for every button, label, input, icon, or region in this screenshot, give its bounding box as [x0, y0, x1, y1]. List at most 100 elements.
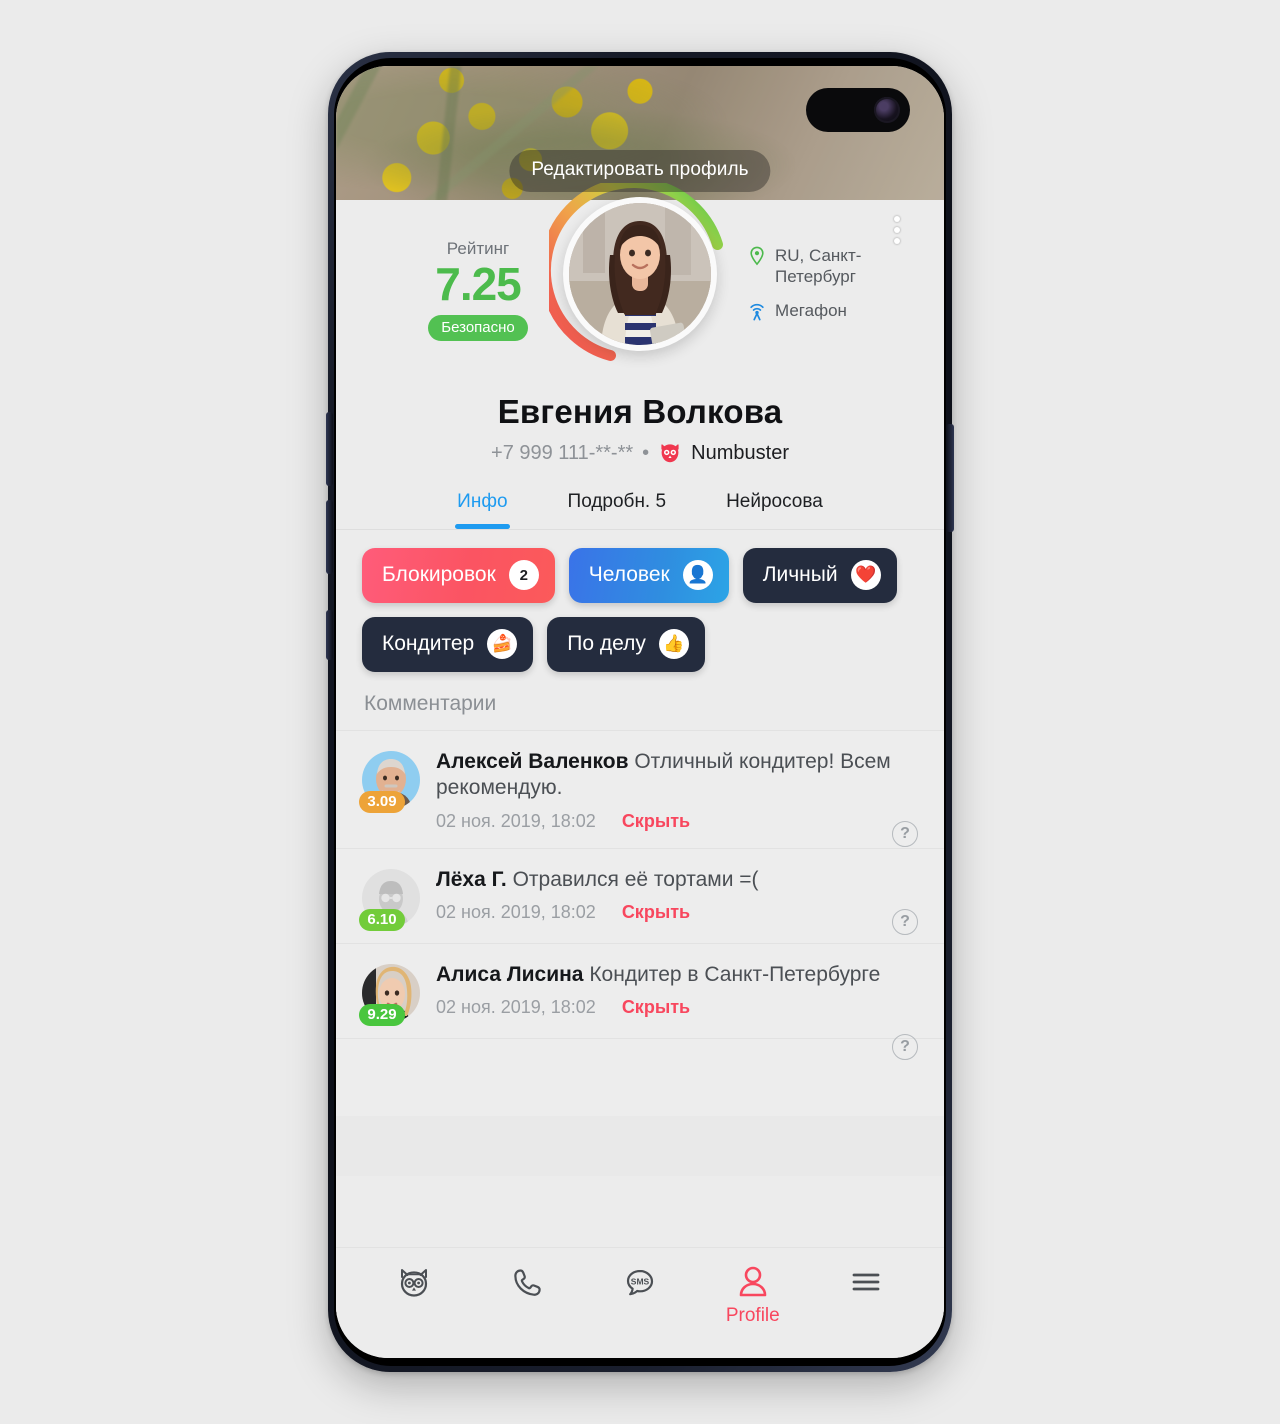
comment-avatar: 6.10 [359, 868, 420, 931]
chip-label: Личный [762, 563, 838, 586]
chip-count-badge: 2 [508, 560, 539, 590]
hide-comment-button[interactable]: Скрыть [622, 902, 690, 923]
phone-icon [514, 1269, 541, 1296]
comment-body: Лёха Г. Отравился её тортами =( 02 ноя. … [436, 867, 918, 927]
comment-score-badge: 6.10 [359, 908, 405, 931]
profile-name-block: Евгения Волкова +7 999 111-**-** • Numbu… [336, 387, 944, 465]
comment-body: Алиса Лисина Кондитер в Санкт-Петербурге… [436, 962, 918, 1022]
chip-business[interactable]: По делу 👍 [547, 617, 705, 672]
rating-label: Рейтинг [446, 239, 510, 258]
nav-item-feed[interactable] [372, 1262, 456, 1302]
help-icon[interactable]: ? [892, 908, 918, 935]
bottom-navigation-bar: SMS Profile [336, 1248, 944, 1358]
comment-author: Алиса Лисина [436, 962, 584, 986]
comment-avatar: 3.09 [359, 751, 420, 813]
profile-hero: Рейтинг 7.25 Безопасно RU, Санкт-Петербу… [336, 183, 944, 387]
comments-list: 3.09 Алексей Валенков Отличный кондитер!… [336, 730, 944, 1176]
tab-info[interactable]: Инфо [427, 491, 537, 529]
help-icon[interactable]: ? [892, 1033, 918, 1060]
svg-text:SMS: SMS [631, 1277, 650, 1287]
chip-blocks[interactable]: Блокировок 2 [362, 548, 555, 603]
person-icon: 👤 [682, 560, 713, 590]
profile-sheet: Рейтинг 7.25 Безопасно RU, Санкт-Петербу… [336, 183, 944, 1176]
numbuster-owl-icon [661, 444, 679, 463]
comment-message: Отравился её тортами =( [512, 867, 759, 891]
hamburger-menu-icon [852, 1273, 879, 1291]
rating-value: 7.25 [435, 258, 522, 310]
comment-row[interactable]: 6.10 Лёха Г. Отравился её тортами =( 02 … [336, 847, 944, 943]
avatar[interactable] [549, 183, 731, 365]
comment-meta: 02 ноя. 2019, 18:02 Скрыть [436, 811, 910, 832]
sms-bubble-icon: SMS [626, 1269, 654, 1296]
comments-section-title: Комментарии [336, 678, 944, 730]
rating-block: Рейтинг 7.25 Безопасно [398, 239, 558, 342]
edit-profile-button[interactable]: Редактировать профиль [509, 150, 771, 192]
comment-row[interactable]: 3.09 Алексей Валенков Отличный кондитер!… [336, 730, 944, 848]
comment-date: 02 ноя. 2019, 18:02 [436, 997, 596, 1018]
screenshot-stage: Редактировать профиль Рейтинг 7.25 Безоп… [0, 0, 1280, 1424]
nav-item-sms[interactable]: SMS [598, 1262, 682, 1302]
comment-row[interactable]: 9.29 Алиса Лисина Кондитер в Санкт-Петер… [336, 942, 944, 1060]
heart-icon: ❤️ [850, 560, 881, 590]
avatar-photo [569, 203, 711, 345]
comment-meta: 02 ноя. 2019, 18:02 Скрыть [436, 997, 910, 1018]
profile-phone-row: +7 999 111-**-** • Numbuster [336, 441, 944, 465]
comment-author: Алексей Валенков [436, 750, 629, 773]
kebab-dot [894, 238, 900, 244]
comment-avatar: 9.29 [359, 963, 420, 1026]
profile-meta: RU, Санкт-Петербург Мегафон [748, 245, 916, 333]
assistant-button[interactable] [326, 610, 333, 660]
comment-text: Лёха Г. Отравился её тортами =( [436, 867, 910, 893]
operator-text: Мегафон [775, 300, 847, 320]
person-icon [739, 1266, 767, 1297]
tag-chip-list: Блокировок 2 Человек 👤 Личный ❤️ Кондите… [336, 530, 944, 678]
owl-icon [401, 1269, 428, 1297]
chip-personal[interactable]: Личный ❤️ [742, 548, 897, 603]
chip-label: По делу [567, 632, 646, 655]
hide-comment-button[interactable]: Скрыть [622, 811, 690, 832]
location-row: RU, Санкт-Петербург [748, 245, 916, 288]
comment-body: Алексей Валенков Отличный кондитер! Всем… [436, 749, 918, 832]
front-camera-lens [874, 97, 900, 123]
hide-comment-button[interactable]: Скрыть [622, 997, 690, 1018]
nav-item-menu[interactable] [824, 1262, 908, 1302]
profile-tabs: Инфо Подробн. 5 Нейросова [336, 465, 944, 529]
app-brand-name: Numbuster [691, 441, 789, 464]
location-pin-icon [750, 246, 764, 266]
tab-details[interactable]: Подробн. 5 [538, 491, 697, 529]
location-text: RU, Санкт-Петербург [775, 246, 862, 287]
kebab-dot [894, 216, 900, 222]
comment-score-badge: 9.29 [359, 1003, 405, 1026]
kebab-dot [894, 227, 900, 233]
comment-date: 02 ноя. 2019, 18:02 [436, 810, 596, 831]
operator-row: Мегафон [748, 300, 916, 321]
kebab-menu-icon[interactable] [894, 216, 900, 244]
nav-item-profile-label: Profile [725, 1305, 780, 1326]
phone-screen: Редактировать профиль Рейтинг 7.25 Безоп… [336, 66, 944, 1358]
comment-text: Алиса Лисина Кондитер в Санкт-Петербурге [436, 962, 910, 988]
comment-message: Кондитер в Санкт-Петербурге [589, 962, 881, 986]
chip-person[interactable]: Человек 👤 [568, 548, 729, 603]
comment-date: 02 ноя. 2019, 18:02 [436, 902, 596, 923]
chip-label: Человек [588, 563, 670, 586]
comment-text: Алексей Валенков Отличный кондитер! Всем… [436, 749, 910, 802]
nav-item-calls[interactable] [485, 1262, 569, 1302]
comment-score-badge: 3.09 [359, 791, 405, 813]
volume-down-button[interactable] [326, 500, 333, 574]
cell-signal-icon [750, 303, 764, 320]
volume-up-button[interactable] [326, 412, 333, 486]
thumbs-up-icon: 👍 [658, 629, 689, 659]
comment-meta: 02 ноя. 2019, 18:02 Скрыть [436, 902, 910, 923]
chip-confectioner[interactable]: Кондитер 🍰 [362, 617, 534, 672]
camera-cutout [806, 88, 910, 132]
comments-list-end-spacer [336, 1037, 944, 1116]
nav-item-profile[interactable]: Profile [711, 1262, 795, 1327]
avatar-illustration [569, 203, 711, 345]
tab-neurosova[interactable]: Нейросова [696, 491, 853, 529]
page-title: Евгения Волкова [497, 393, 783, 430]
dot-separator: • [642, 441, 650, 464]
help-icon[interactable]: ? [892, 821, 918, 847]
power-button[interactable] [946, 424, 954, 532]
comment-author: Лёха Г. [436, 867, 507, 891]
chip-label: Блокировок [382, 563, 496, 586]
